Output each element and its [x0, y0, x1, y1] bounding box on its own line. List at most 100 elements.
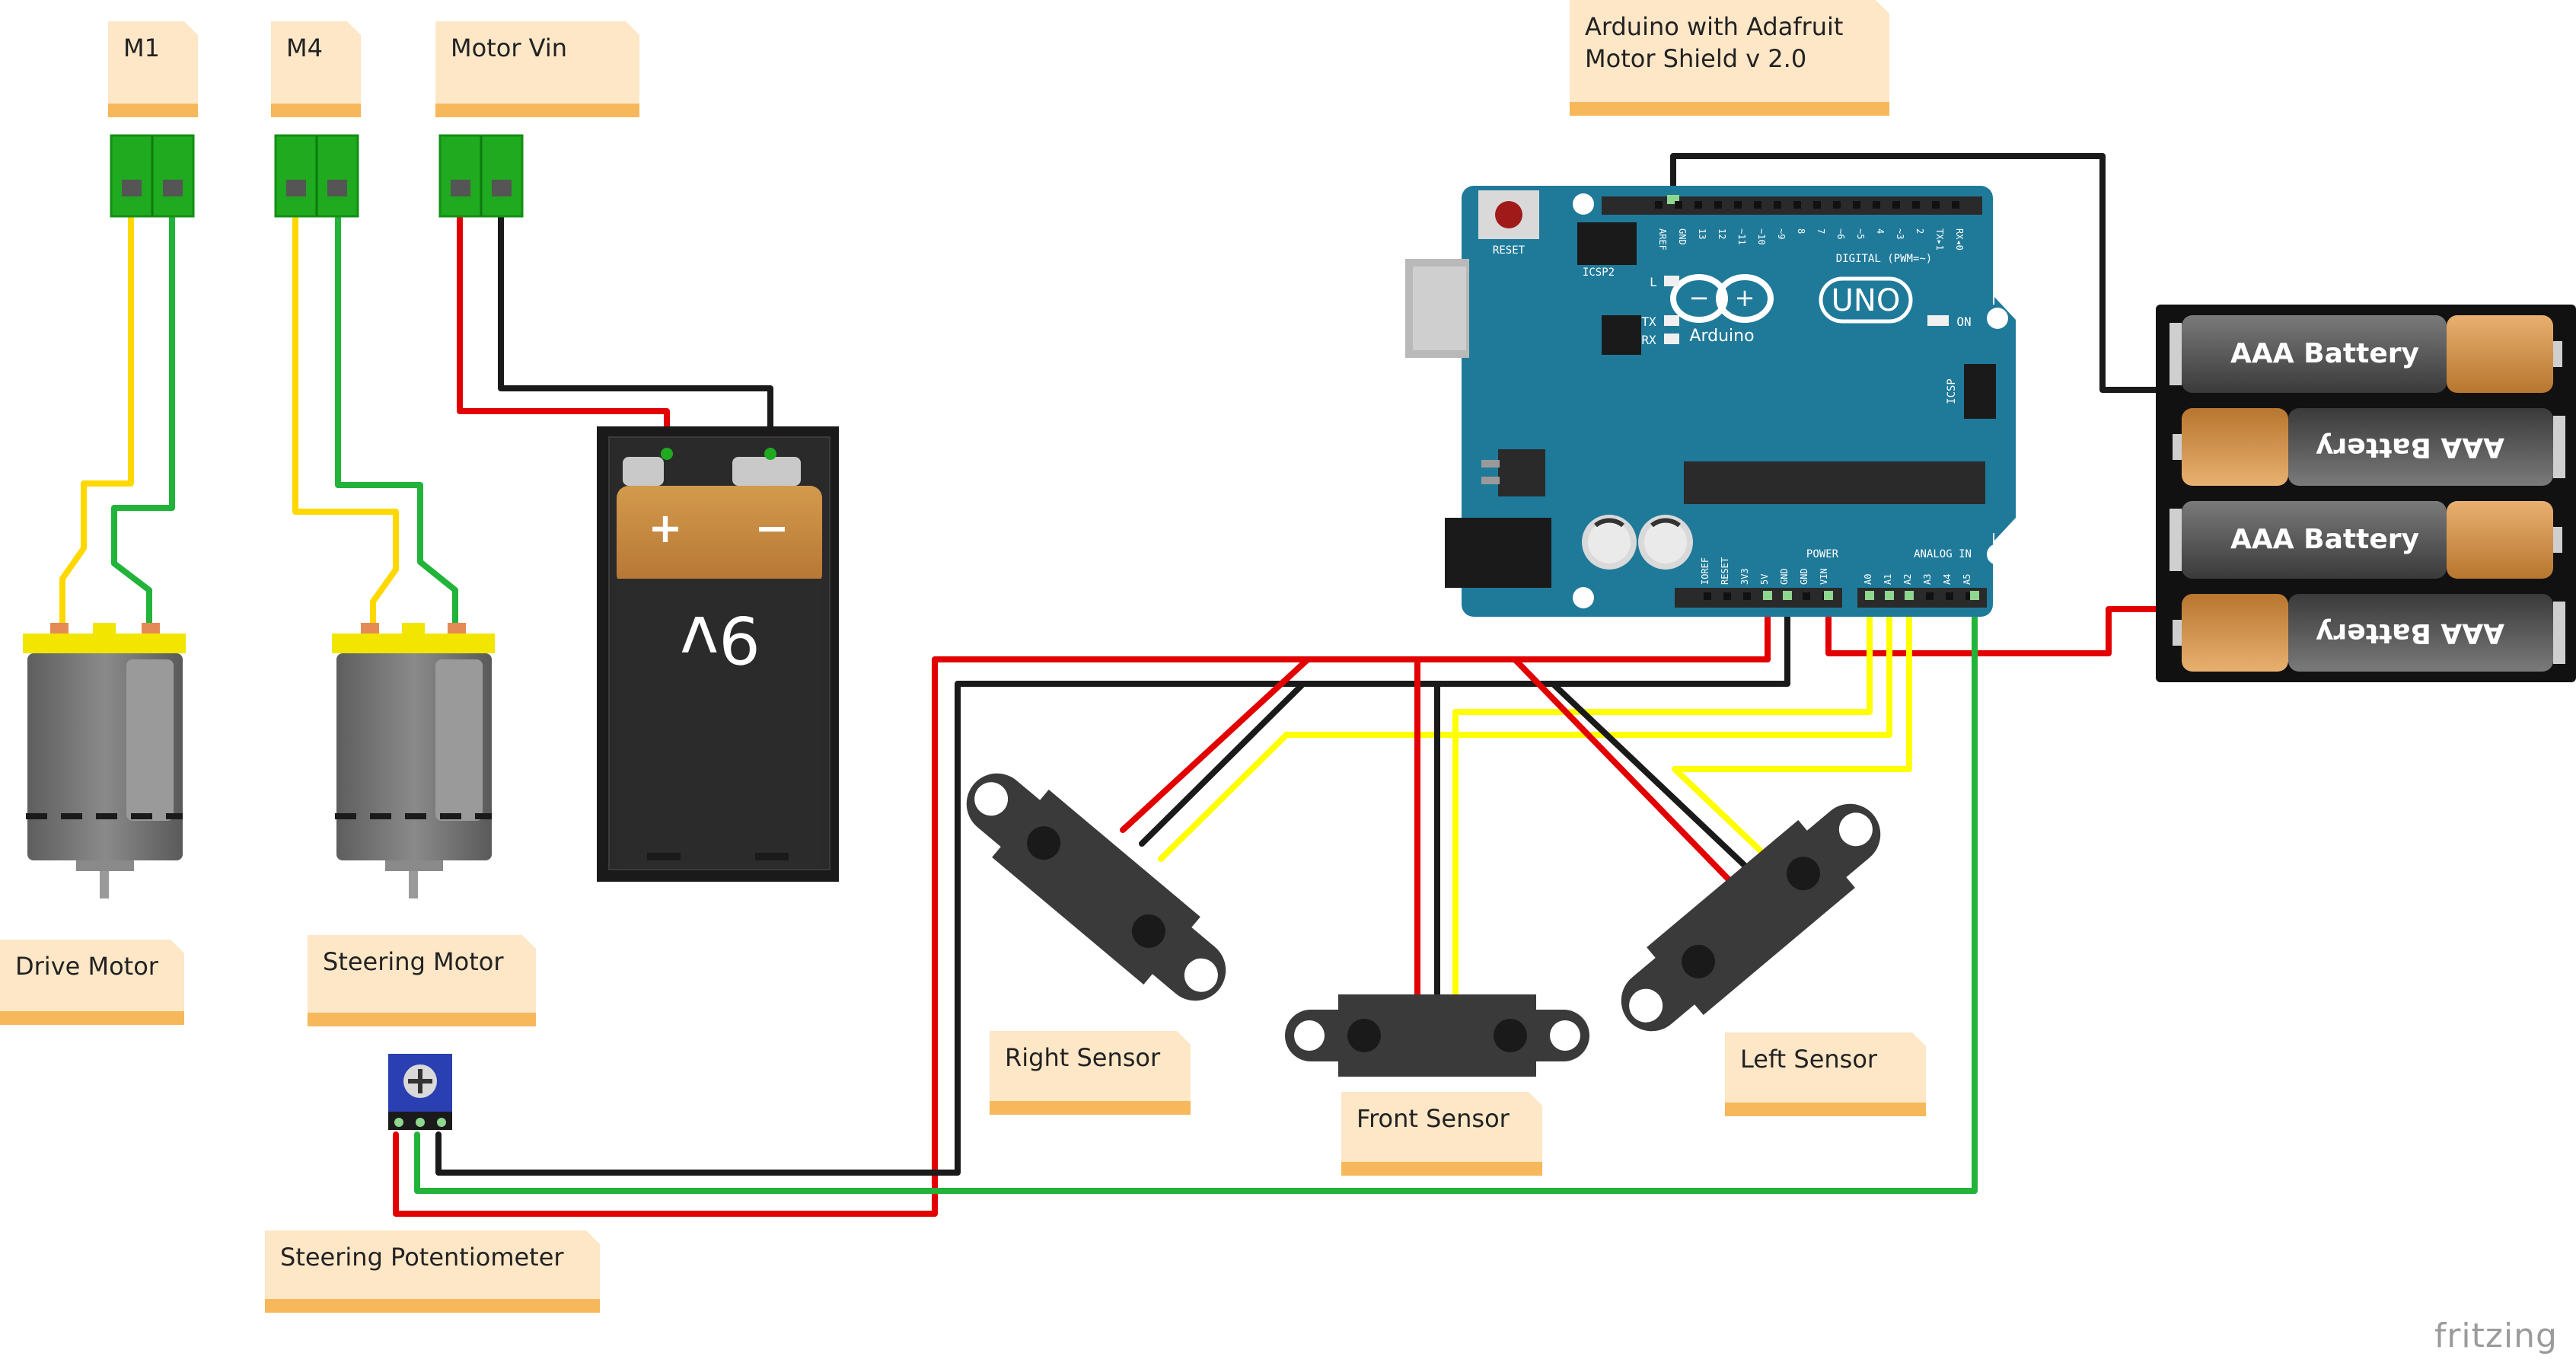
analog-pin-label: A0	[1863, 574, 1873, 585]
analog-pin-label: A4	[1942, 574, 1953, 585]
power-pin-label: GND	[1779, 568, 1790, 585]
battery-minus-label: −	[754, 504, 789, 552]
header-pin	[1932, 201, 1940, 209]
analog-pin-label: A2	[1902, 574, 1913, 585]
top-pin-label: GND	[1677, 228, 1688, 245]
left-sensor-graphic	[1621, 803, 1881, 1032]
terminal-m1	[110, 134, 195, 218]
label-m1: M1	[108, 21, 198, 117]
aaa-cell: AAA Battery	[2170, 315, 2562, 393]
header-pin	[1833, 201, 1841, 209]
power-pin-label: 5V	[1759, 574, 1770, 585]
aaa-cell-label: AAA Battery	[2230, 524, 2419, 555]
header-pin	[1655, 201, 1663, 209]
header-pin	[1754, 201, 1761, 209]
battery-voltage-label: 9v	[680, 601, 760, 677]
header-pin	[1912, 201, 1920, 209]
svg-text:+: +	[1735, 283, 1755, 312]
header-pin	[1675, 201, 1682, 209]
aaa-cell-label: AAA Battery	[2316, 618, 2504, 649]
top-pin-label: ~9	[1776, 228, 1787, 239]
top-pin-label: ~5	[1855, 228, 1866, 239]
steering-motor-graphic	[332, 623, 495, 898]
header-pin	[1704, 592, 1711, 600]
label-left-sensor: Left Sensor	[1725, 1032, 1926, 1116]
top-pin-label: RX◂0	[1954, 228, 1965, 251]
label-arduino: Arduino with Adafruit Motor Shield v 2.0	[1570, 0, 1889, 116]
header-pin	[1813, 201, 1821, 209]
header-pin	[1714, 201, 1722, 209]
top-pin-label: ~3	[1895, 228, 1905, 239]
top-pin-label: 8	[1796, 228, 1806, 234]
top-pin-label: ~11	[1736, 228, 1747, 245]
header-pin	[1793, 201, 1801, 209]
circuit-diagram: + − 9v RESET ICSP2 AREF GND 13 12 ~11 ~10 ~9 8 7…	[23, 134, 2576, 1217]
top-pin-label: ~6	[1835, 228, 1846, 239]
label-front-sensor: Front Sensor	[1341, 1092, 1542, 1176]
aaa-cell: AAA Battery	[2170, 501, 2562, 579]
drive-motor-graphic	[23, 623, 186, 898]
header-pin	[1952, 201, 1959, 209]
power-pin-label: IOREF	[1700, 557, 1710, 585]
label-right-sensor: Right Sensor	[990, 1031, 1191, 1115]
aaa-cell: AAA Battery	[2173, 594, 2565, 672]
right-sensor-graphic	[966, 773, 1226, 1001]
analog-pin-label: A3	[1922, 574, 1933, 585]
label-drive-motor: Drive Motor	[0, 940, 184, 1025]
right-sensor-yellow	[1158, 592, 1892, 862]
label-steering-motor: Steering Motor	[308, 935, 536, 1026]
arduino-uno: RESET ICSP2 AREF GND 13 12 ~11 ~10 ~9 8 7 ~6 ~5 4 ~3…	[1405, 186, 2016, 617]
steering-potentiometer-graphic	[388, 1054, 452, 1130]
left-sensor-red	[1512, 656, 1754, 905]
icsp2-label: ICSP2	[1583, 266, 1615, 279]
header-pin	[1734, 201, 1742, 209]
uno-text: UNO	[1832, 283, 1901, 318]
top-pin-label: ~10	[1756, 228, 1767, 245]
top-pin-label: 12	[1717, 228, 1727, 239]
m1-green-wire	[111, 187, 175, 634]
analog-pin-label: A5	[1962, 574, 1972, 585]
top-pin-label: AREF	[1657, 228, 1668, 251]
power-pin-label: RESET	[1720, 557, 1730, 585]
header-pin	[1694, 201, 1702, 209]
digital-label: DIGITAL (PWM=~)	[1836, 253, 1932, 265]
vin-black-wire	[498, 187, 773, 460]
tx-label: TX	[1641, 314, 1656, 329]
rx-label: RX	[1641, 333, 1656, 347]
header-pin	[1723, 592, 1731, 600]
header-pin	[1853, 201, 1860, 209]
top-pin-label: 7	[1816, 228, 1826, 234]
battery-plus-label: +	[648, 504, 682, 552]
right-sensor-black	[1139, 681, 1306, 847]
header-pin	[1774, 201, 1781, 209]
header-pin	[1743, 592, 1751, 600]
front-sensor-graphic	[1285, 994, 1589, 1077]
power-pin-label: 3V3	[1739, 568, 1750, 585]
icsp-label: ICSP	[1946, 378, 1958, 404]
label-steering-potentiometer: Steering Potentiometer	[265, 1230, 600, 1313]
label-motor-vin: Motor Vin	[435, 21, 639, 117]
terminal-motor-vin	[438, 134, 524, 218]
top-pin-label: TX▸1	[1934, 228, 1945, 251]
power-label: POWER	[1806, 548, 1839, 560]
header-pin	[1926, 592, 1934, 600]
fritzing-watermark: fritzing	[2434, 1317, 2558, 1355]
top-pin-label: 4	[1875, 228, 1886, 234]
header-pin	[1803, 592, 1810, 600]
reset-label: RESET	[1493, 244, 1526, 257]
on-label: ON	[1956, 314, 1971, 329]
aaa-cell: AAA Battery	[2173, 408, 2565, 486]
m4-yellow-wire	[292, 187, 399, 634]
header-pin	[1892, 201, 1900, 209]
top-pin-label: 13	[1697, 228, 1707, 239]
svg-text:−: −	[1689, 283, 1710, 312]
top-pin-label: 2	[1914, 228, 1925, 234]
header-pin	[1946, 592, 1953, 600]
vin-red-wire	[457, 187, 670, 460]
aaa-cell-label: AAA Battery	[2230, 338, 2419, 369]
label-m4: M4	[271, 21, 361, 117]
header-pin	[1873, 201, 1880, 209]
aaa-cell-label: AAA Battery	[2316, 432, 2504, 463]
m1-yellow-wire	[59, 187, 134, 634]
analog-label: ANALOG IN	[1914, 548, 1972, 560]
